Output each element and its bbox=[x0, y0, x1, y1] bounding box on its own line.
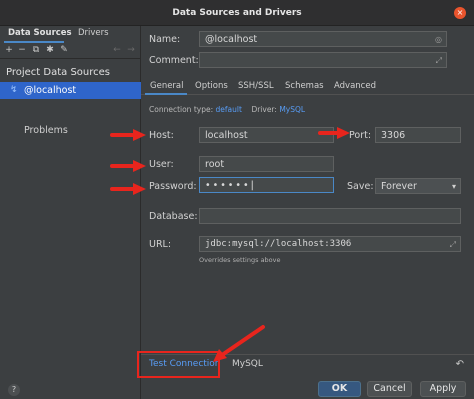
section-project-data-sources: Project Data Sources bbox=[6, 67, 111, 78]
save-select[interactable]: Forever ▾ bbox=[375, 178, 461, 194]
host-field[interactable]: localhost bbox=[199, 127, 334, 143]
list-item-localhost[interactable]: ↯ @localhost bbox=[0, 82, 141, 99]
add-icon[interactable]: + bbox=[4, 45, 14, 56]
comment-field[interactable]: ⤢ bbox=[199, 52, 447, 68]
database-field[interactable] bbox=[199, 208, 461, 224]
user-label: User: bbox=[149, 159, 174, 170]
forward-icon[interactable]: → bbox=[126, 45, 136, 56]
back-icon[interactable]: ← bbox=[112, 45, 122, 56]
edit-icon[interactable]: ✎ bbox=[59, 45, 69, 56]
password-label: Password: bbox=[149, 181, 197, 192]
connection-meta: Connection type: default Driver: MySQL bbox=[149, 105, 305, 114]
url-note: Overrides settings above bbox=[199, 256, 281, 264]
save-value: Forever bbox=[381, 181, 417, 192]
undo-icon[interactable]: ↶ bbox=[456, 359, 464, 370]
url-field[interactable]: jdbc:mysql://localhost:3306 ⤢ bbox=[199, 236, 461, 252]
ok-button[interactable]: OK bbox=[318, 381, 361, 397]
host-value: localhost bbox=[205, 130, 248, 141]
expand-icon[interactable]: ⤢ bbox=[450, 238, 456, 251]
title-bar: Data Sources and Drivers × bbox=[0, 0, 474, 26]
chevron-down-icon: ▾ bbox=[451, 182, 456, 191]
port-label: Port: bbox=[349, 130, 372, 141]
close-icon[interactable]: × bbox=[454, 7, 466, 19]
database-label: Database: bbox=[149, 211, 198, 222]
cancel-button[interactable]: Cancel bbox=[367, 381, 412, 397]
port-field[interactable]: 3306 bbox=[375, 127, 461, 143]
connection-type-link[interactable]: default bbox=[216, 105, 242, 114]
tab-drivers[interactable]: Drivers bbox=[78, 28, 109, 38]
right-panel: Name: @localhost ◎ Comment: ⤢ General Op… bbox=[141, 26, 474, 399]
help-icon[interactable]: ? bbox=[8, 384, 20, 396]
comment-label: Comment: bbox=[149, 55, 199, 66]
user-value: root bbox=[205, 159, 225, 170]
user-field[interactable]: root bbox=[199, 156, 334, 172]
driver-label: Driver: bbox=[251, 105, 277, 114]
tab-mysql[interactable]: MySQL bbox=[232, 359, 263, 369]
datasource-icon: ↯ bbox=[10, 85, 18, 95]
window-title: Data Sources and Drivers bbox=[172, 8, 302, 18]
apply-button[interactable]: Apply bbox=[420, 381, 466, 397]
clear-icon[interactable]: ◎ bbox=[435, 33, 442, 46]
problems-item[interactable]: Problems bbox=[24, 125, 68, 136]
duplicate-icon[interactable]: ⧉ bbox=[31, 45, 41, 56]
tab-data-sources[interactable]: Data Sources bbox=[8, 28, 72, 38]
expand-icon[interactable]: ⤢ bbox=[436, 54, 442, 67]
remove-icon[interactable]: − bbox=[17, 45, 27, 56]
url-label: URL: bbox=[149, 239, 172, 250]
driver-link[interactable]: MySQL bbox=[279, 105, 305, 114]
password-value: •••••• bbox=[205, 180, 251, 191]
annotation-highlight-box bbox=[137, 351, 220, 378]
tab-advanced[interactable]: Advanced bbox=[334, 81, 376, 91]
list-item-label: @localhost bbox=[24, 85, 77, 96]
tab-schemas[interactable]: Schemas bbox=[285, 81, 324, 91]
settings-tabs: General Options SSH/SSL Schemas Advanced bbox=[141, 79, 474, 95]
left-tabs: Data Sources Drivers bbox=[0, 26, 141, 43]
connection-type-label: Connection type: bbox=[149, 105, 214, 114]
url-value: jdbc:mysql://localhost:3306 bbox=[205, 239, 352, 249]
tab-general[interactable]: General bbox=[150, 81, 184, 91]
host-label: Host: bbox=[149, 130, 174, 141]
name-value: @localhost bbox=[205, 34, 258, 45]
settings-icon[interactable]: ✱ bbox=[45, 45, 55, 56]
left-panel: Data Sources Drivers + − ⧉ ✱ ✎ ← → Proje… bbox=[0, 26, 141, 399]
name-label: Name: bbox=[149, 34, 181, 45]
name-field[interactable]: @localhost ◎ bbox=[199, 31, 447, 47]
port-value: 3306 bbox=[381, 130, 406, 141]
password-field[interactable]: ••••••| bbox=[199, 177, 334, 193]
save-label: Save: bbox=[347, 181, 374, 192]
tab-ssh-ssl[interactable]: SSH/SSL bbox=[238, 81, 274, 91]
tab-options[interactable]: Options bbox=[195, 81, 228, 91]
left-toolbar: + − ⧉ ✱ ✎ ← → bbox=[0, 43, 141, 59]
active-tab-indicator bbox=[145, 93, 187, 95]
